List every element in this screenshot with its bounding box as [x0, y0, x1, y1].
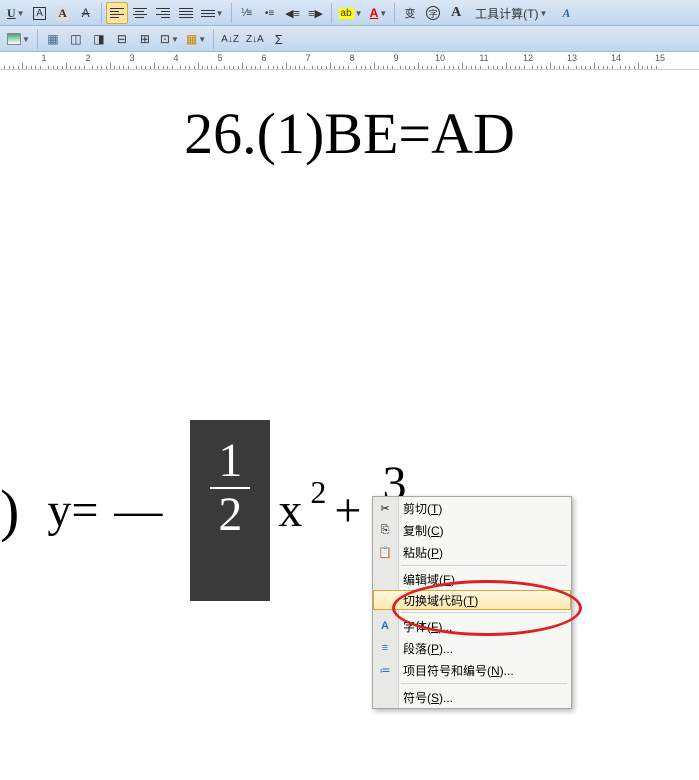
- autofit-button[interactable]: ▦▼: [183, 28, 209, 50]
- menu-item-icon: ⎘: [377, 522, 393, 538]
- close-paren: ): [0, 477, 19, 544]
- align-left-button[interactable]: [106, 2, 128, 24]
- font-grow-button[interactable]: A: [445, 2, 467, 24]
- menu-item[interactable]: 📋 粘贴(P): [373, 541, 571, 563]
- ruler-number: 9: [393, 53, 398, 63]
- ruler-number: 12: [523, 53, 533, 63]
- separator: [213, 29, 214, 49]
- menu-item-label: 切换域代码(T): [403, 592, 478, 609]
- draw-table-button[interactable]: ◫: [65, 28, 87, 50]
- separator: [331, 3, 332, 23]
- toolbar-row-2: ▼ ▦ ◫ ◨ ⊟ ⊞ ⊡▼ ▦▼ A↓Z Z↓A Σ: [0, 26, 699, 52]
- autosum-button[interactable]: Σ: [268, 28, 290, 50]
- menu-item-label: 复制(C): [403, 522, 444, 539]
- menu-item[interactable]: A 字体(F)...: [373, 615, 571, 637]
- ruler-number: 3: [129, 53, 134, 63]
- minus-sign: —: [114, 483, 162, 538]
- split-cells-button[interactable]: ⊞: [134, 28, 156, 50]
- insert-table-button[interactable]: ▦: [42, 28, 64, 50]
- menu-item[interactable]: 符号(S)...: [373, 686, 571, 708]
- char-shading-button[interactable]: A: [52, 2, 74, 24]
- separator: [231, 3, 232, 23]
- eraser-button[interactable]: ◨: [88, 28, 110, 50]
- menu-item-icon: 📋: [377, 544, 393, 560]
- ruler-number: 1: [41, 53, 46, 63]
- shading-button[interactable]: ▼: [4, 28, 33, 50]
- align-justify-button[interactable]: [175, 2, 197, 24]
- menu-item-icon: ≔: [377, 662, 393, 678]
- menu-item[interactable]: ≔ 项目符号和编号(N)...: [373, 659, 571, 681]
- ruler-number: 6: [261, 53, 266, 63]
- ruler-number: 10: [435, 53, 445, 63]
- menu-item-icon: [377, 689, 393, 705]
- menu-item[interactable]: ✂ 剪切(T): [373, 497, 571, 519]
- horizontal-ruler[interactable]: 123456789101112131415: [0, 52, 699, 70]
- bullet-list-button[interactable]: •≡: [259, 2, 281, 24]
- ruler-number: 15: [655, 53, 665, 63]
- enclose-char-button[interactable]: 字: [422, 2, 444, 24]
- plus-sign: +: [334, 483, 361, 538]
- decrease-indent-button[interactable]: ◀≡: [282, 2, 304, 24]
- underline-button[interactable]: U▼: [4, 2, 28, 24]
- frac1-denominator: 2: [210, 489, 250, 541]
- menu-item-label: 粘贴(P): [403, 544, 443, 561]
- menu-item-label: 编辑域(E): [403, 571, 455, 588]
- sort-desc-button[interactable]: Z↓A: [243, 28, 267, 50]
- selected-fraction[interactable]: 1 2: [190, 420, 270, 601]
- align-center-button[interactable]: [129, 2, 151, 24]
- menu-item[interactable]: 切换域代码(T): [373, 590, 571, 610]
- frac1-numerator: 1: [210, 435, 250, 487]
- menu-item-label: 符号(S)...: [403, 689, 453, 706]
- phonetic-guide-button[interactable]: 变: [399, 2, 421, 24]
- x-var: x: [278, 483, 302, 538]
- ruler-number: 14: [611, 53, 621, 63]
- ruler-number: 7: [305, 53, 310, 63]
- font-color-button[interactable]: A▼: [367, 2, 391, 24]
- strikethrough-button[interactable]: A: [75, 2, 97, 24]
- highlight-color-button[interactable]: ab▼: [336, 2, 366, 24]
- script-button[interactable]: A: [555, 2, 577, 24]
- tool-calc-button[interactable]: 工具计算(T)▼: [468, 2, 554, 24]
- sort-asc-button[interactable]: A↓Z: [218, 28, 242, 50]
- menu-item[interactable]: ≡ 段落(P)...: [373, 637, 571, 659]
- ruler-number: 2: [85, 53, 90, 63]
- separator: [101, 3, 102, 23]
- cell-align-button[interactable]: ⊡▼: [157, 28, 182, 50]
- menu-item-icon: A: [377, 618, 393, 634]
- y-equals: y=: [47, 483, 98, 538]
- ruler-number: 13: [567, 53, 577, 63]
- ruler-number: 5: [217, 53, 222, 63]
- menu-item-label: 字体(F)...: [403, 618, 452, 635]
- ruler-number: 8: [349, 53, 354, 63]
- menu-item-label: 项目符号和编号(N)...: [403, 662, 514, 679]
- separator: [394, 3, 395, 23]
- menu-item-label: 段落(P)...: [403, 640, 453, 657]
- char-border-button[interactable]: A: [29, 2, 51, 24]
- separator: [37, 29, 38, 49]
- menu-item-icon: [377, 571, 393, 587]
- align-right-button[interactable]: [152, 2, 174, 24]
- numbered-list-button[interactable]: ⅟≡: [236, 2, 258, 24]
- equation-line-1: 26.(1)BE=AD: [0, 100, 699, 167]
- ruler-number: 4: [173, 53, 178, 63]
- ruler-number: 11: [479, 53, 488, 63]
- menu-separator: [401, 612, 567, 613]
- menu-separator: [401, 683, 567, 684]
- context-menu: ✂ 剪切(T) ⎘ 复制(C) 📋 粘贴(P) 编辑域(E) 切换域代码(T) A 字体(F)..…: [372, 496, 572, 709]
- menu-item-icon: ≡: [377, 640, 393, 656]
- merge-cells-button[interactable]: ⊟: [111, 28, 133, 50]
- menu-separator: [401, 565, 567, 566]
- menu-item-icon: ✂: [377, 500, 393, 516]
- menu-item-icon: [378, 592, 394, 608]
- menu-item-label: 剪切(T): [403, 500, 442, 517]
- increase-indent-button[interactable]: ≡▶: [305, 2, 327, 24]
- superscript-2: 2: [310, 474, 326, 511]
- document-area[interactable]: 26.(1)BE=AD ) y= — 1 2 x2+ 3 2 x+: [0, 70, 699, 780]
- distribute-button[interactable]: ▼: [198, 2, 227, 24]
- menu-item[interactable]: ⎘ 复制(C): [373, 519, 571, 541]
- toolbar-row-1: U▼ A A A ▼ ⅟≡ •≡ ◀≡ ≡▶ ab▼ A▼ 变 字 A 工具计算…: [0, 0, 699, 26]
- menu-item[interactable]: 编辑域(E): [373, 568, 571, 590]
